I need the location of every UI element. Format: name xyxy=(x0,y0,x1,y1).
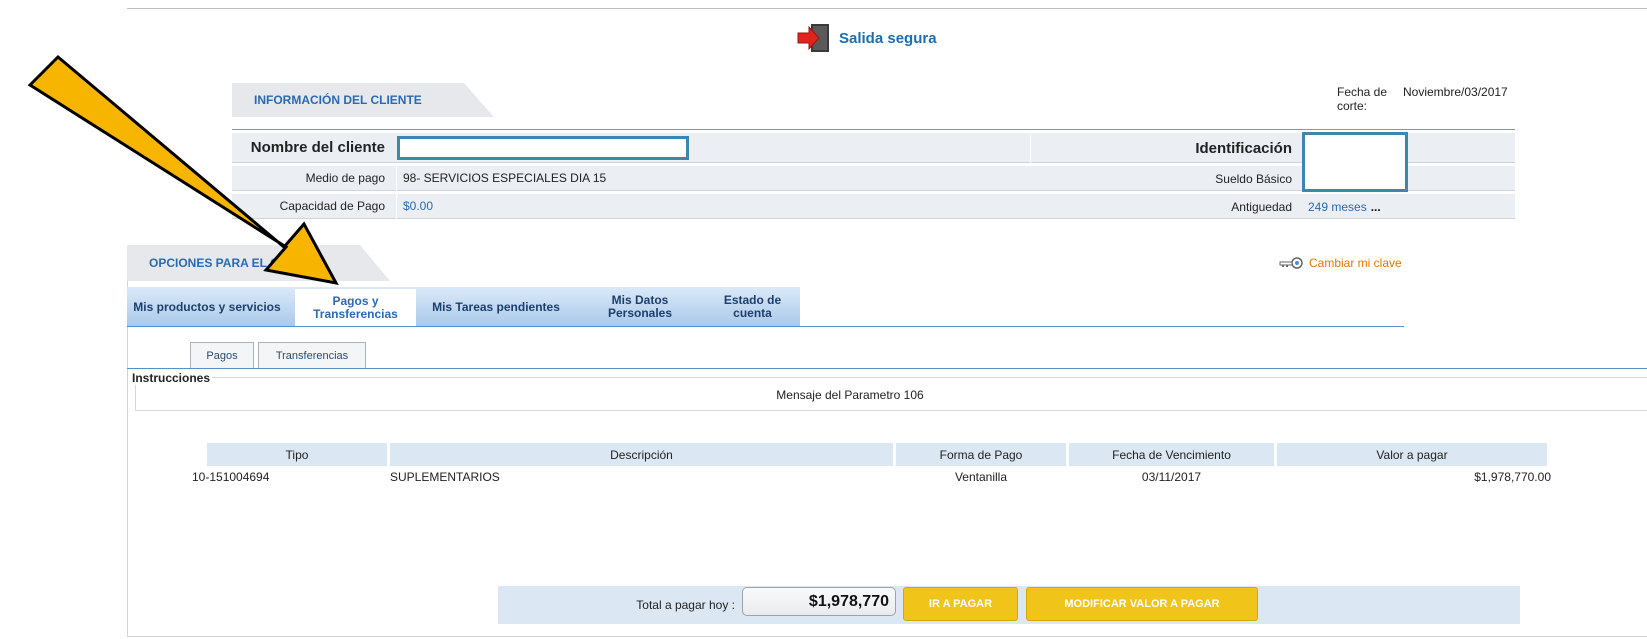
total-value: $1,978,770 xyxy=(742,587,896,616)
col-descripcion: Descripción xyxy=(390,443,893,466)
col-forma-pago: Forma de Pago xyxy=(896,443,1066,466)
subtab-transferencias[interactable]: Transferencias xyxy=(258,342,366,369)
tab-mis-datos[interactable]: Mis Datos Personales xyxy=(590,287,690,327)
seniority-more-button[interactable]: ... xyxy=(1371,200,1381,214)
pay-button[interactable]: IR A PAGAR xyxy=(903,587,1018,621)
tab-estado-cuenta[interactable]: Estado de cuenta xyxy=(705,287,800,327)
row-descripcion: SUPLEMENTARIOS xyxy=(390,470,500,484)
payment-method-value: 98- SERVICIOS ESPECIALES DIA 15 xyxy=(403,171,607,185)
subtab-pagos[interactable]: Pagos xyxy=(190,342,254,369)
seniority-label: Antiguedad xyxy=(1231,200,1292,214)
total-label: Total a pagar hoy : xyxy=(636,598,735,612)
row-forma-pago: Ventanilla xyxy=(954,470,1008,484)
row-fecha: 03/11/2017 xyxy=(1141,470,1202,484)
change-password-label: Cambiar mi clave xyxy=(1309,256,1402,270)
seniority-value: 249 meses xyxy=(1308,200,1367,214)
instructions-message: Mensaje del Parametro 106 xyxy=(776,388,924,402)
exit-door-icon xyxy=(797,24,829,52)
identification-label: Identificación xyxy=(1195,140,1292,157)
arrow-shape xyxy=(27,54,339,286)
logout-link[interactable]: Salida segura xyxy=(797,23,937,53)
identification-field xyxy=(1302,132,1408,192)
seniority: 249 meses ... xyxy=(1308,200,1381,214)
capacity-value: $0.00 xyxy=(403,199,434,213)
annotation-arrow xyxy=(27,54,339,286)
row-tipo: 10-151004694 xyxy=(192,470,270,484)
tab-mis-tareas[interactable]: Mis Tareas pendientes xyxy=(432,287,560,327)
cutoff-value: Noviembre/03/2017 xyxy=(1403,85,1508,99)
base-salary-label: Sueldo Básico xyxy=(1215,172,1292,186)
col-fecha-vencimiento: Fecha de Vencimiento xyxy=(1069,443,1274,466)
client-name-field xyxy=(397,135,689,160)
key-icon xyxy=(1279,257,1303,269)
row-valor: $1,978,770.00 xyxy=(1474,470,1551,484)
cutoff-label: Fecha de corte: xyxy=(1337,85,1388,113)
modify-amount-button[interactable]: MODIFICAR VALOR A PAGAR xyxy=(1026,587,1258,621)
subtabs-underline xyxy=(127,368,1647,369)
col-tipo: Tipo xyxy=(207,443,387,466)
info-top-border xyxy=(232,129,1515,130)
instructions-legend: Instrucciones xyxy=(130,371,213,385)
change-password-link[interactable]: Cambiar mi clave xyxy=(1279,256,1402,270)
logout-label: Salida segura xyxy=(839,29,937,47)
tabs-underline xyxy=(127,326,1404,327)
col-valor: Valor a pagar xyxy=(1277,443,1547,466)
